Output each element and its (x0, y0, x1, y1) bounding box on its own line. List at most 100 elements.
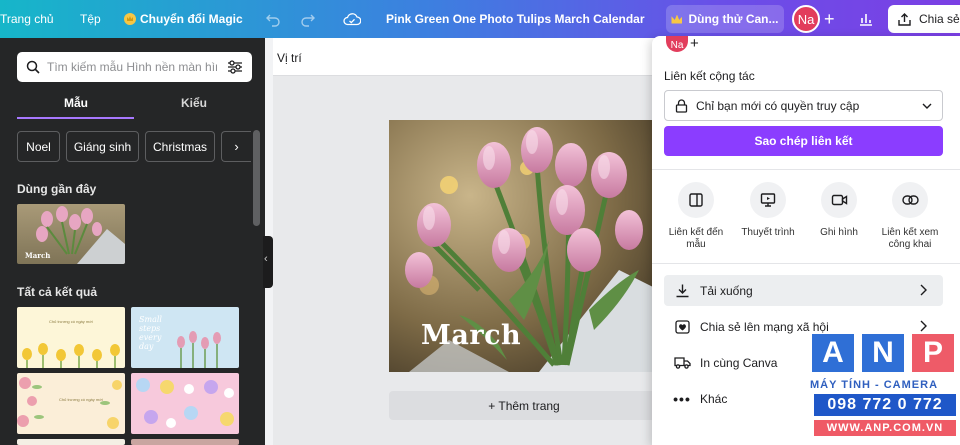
chip-label: Giáng sinh (73, 139, 132, 154)
option-label: Ghi hình (820, 227, 858, 238)
template-result[interactable]: Chủ trương có ngày mới (17, 373, 125, 434)
divider (652, 263, 960, 264)
thumb-caption: Chủ trương có ngày mới (59, 397, 103, 402)
search-icon (26, 60, 40, 74)
record-option[interactable] (821, 182, 857, 218)
share-button[interactable]: Chia sẻ (888, 5, 960, 33)
cloud-save-status[interactable] (343, 0, 361, 38)
template-result[interactable]: Chủ trương có ngày mới (17, 307, 125, 368)
presentation-icon (760, 193, 776, 207)
row-label: Khác (700, 391, 728, 406)
tab-templates[interactable]: Mẫu (64, 96, 88, 110)
template-icon (689, 193, 703, 207)
logo-letter: P (912, 334, 954, 372)
search-placeholder: Tìm kiếm mẫu Hình nền màn hình c (47, 60, 217, 74)
pastel-flowers-art (136, 378, 234, 428)
template-result[interactable] (131, 373, 239, 434)
share-label: Chia sẻ (919, 12, 960, 26)
thumb-title-text: March (25, 251, 51, 260)
delivery-truck-icon (673, 357, 691, 369)
present-option[interactable] (750, 182, 786, 218)
design-page[interactable]: March (389, 120, 659, 372)
all-results-title: Tất cả kết quả (17, 285, 98, 299)
position-button[interactable]: Vị trí (277, 51, 302, 65)
redo-button[interactable] (300, 0, 316, 38)
upload-icon (898, 12, 911, 26)
row-label: Chia sẻ lên mạng xã hội (700, 319, 829, 334)
template-result[interactable] (17, 439, 125, 445)
logo-letter: N (862, 334, 904, 372)
option-label: Thuyết trình (741, 227, 795, 238)
divider (652, 169, 960, 170)
add-page-button[interactable]: + Thêm trang (389, 391, 659, 420)
anp-watermark-logo: A N P MÁY TÍNH - CAMERA 098 772 0 772 WW… (810, 334, 960, 442)
logo-phone: 098 772 0 772 (814, 394, 956, 416)
floral-border-art (17, 377, 122, 429)
logo-letter: A (812, 334, 854, 372)
heart-icon (674, 319, 690, 334)
design-title[interactable]: Pink Green One Photo Tulips March Calend… (386, 0, 646, 38)
template-result[interactable]: Small steps every day (131, 307, 239, 368)
add-person-icon[interactable]: + (690, 35, 699, 52)
row-label: Tải xuống (700, 283, 753, 298)
add-collaborator-button[interactable]: + (824, 0, 835, 38)
user-avatar[interactable]: Na (792, 5, 820, 33)
video-camera-icon (831, 194, 847, 206)
template-search-input[interactable]: Tìm kiếm mẫu Hình nền màn hình c (17, 52, 252, 82)
lock-icon (675, 98, 688, 113)
file-menu[interactable]: Tệp (80, 0, 101, 38)
access-level-value: Chỉ bạn mới có quyền truy cập (696, 98, 860, 113)
option-label: Liên kết đến mẫu (668, 227, 724, 250)
redo-icon (301, 14, 315, 27)
link-to-template-option[interactable] (678, 182, 714, 218)
undo-button[interactable] (265, 0, 281, 38)
insights-button[interactable] (858, 0, 874, 38)
copy-link-button[interactable]: Sao chép liên kết (664, 126, 943, 156)
row-label: In cùng Canva (700, 355, 778, 370)
link-icon (901, 195, 919, 205)
recent-template-thumbnail[interactable]: March (17, 204, 125, 264)
public-view-link-option[interactable] (892, 182, 928, 218)
chip-noel[interactable]: Noel (17, 131, 60, 162)
context-toolbar: Vị trí (273, 38, 663, 76)
logo-url: WWW.ANP.COM.VN (814, 420, 956, 436)
sidebar-collapse-handle[interactable]: ‹ (263, 236, 273, 288)
chevron-left-icon: ‹ (264, 253, 268, 265)
chips-scroll-right[interactable]: › (221, 131, 251, 162)
active-tab-indicator (17, 117, 134, 119)
download-row[interactable]: Tải xuống (664, 275, 943, 306)
avatar-initials: Na (797, 11, 815, 27)
access-level-select[interactable]: Chỉ bạn mới có quyền truy cập (664, 90, 943, 121)
chip-label: Christmas (152, 139, 207, 154)
home-label: Trang chủ (0, 12, 54, 26)
chevron-down-icon (922, 103, 932, 109)
try-canva-label: Dùng thử Can... (688, 12, 779, 26)
home-link[interactable]: Trang chủ (0, 0, 54, 38)
download-icon (676, 284, 688, 298)
plus-icon: + (824, 8, 835, 29)
add-page-label: + Thêm trang (488, 398, 560, 413)
chevron-right-icon (920, 284, 927, 296)
tab-styles[interactable]: Kiểu (181, 96, 207, 110)
sidebar-scrollbar[interactable] (253, 130, 260, 226)
try-canva-pro-button[interactable]: Dùng thử Can... (666, 5, 784, 33)
bar-chart-icon (860, 14, 872, 26)
canvas-title-text[interactable]: March (421, 320, 521, 351)
panel-user-avatar[interactable]: Na (666, 36, 688, 52)
copy-link-label: Sao chép liên kết (754, 134, 853, 148)
top-bar: Trang chủ Tệp Chuyển đổi Magic Pink Gree… (0, 0, 960, 38)
thumb-caption: Small steps every day (139, 315, 162, 351)
chip-giang-sinh[interactable]: Giáng sinh (66, 131, 139, 162)
crown-icon (124, 13, 136, 25)
chip-christmas[interactable]: Christmas (145, 131, 215, 162)
filter-sliders-icon[interactable] (227, 60, 243, 74)
more-dots-icon: ••• (673, 390, 691, 407)
cloud-check-icon (343, 13, 361, 26)
option-label: Liên kết xem công khai (881, 227, 939, 250)
avatar-initials: Na (670, 40, 684, 51)
chevron-right-icon: › (234, 139, 239, 154)
logo-tagline: MÁY TÍNH - CAMERA (810, 379, 960, 391)
magic-switch-button[interactable]: Chuyển đổi Magic (124, 0, 243, 38)
template-result[interactable] (131, 439, 239, 445)
file-label: Tệp (80, 12, 101, 26)
